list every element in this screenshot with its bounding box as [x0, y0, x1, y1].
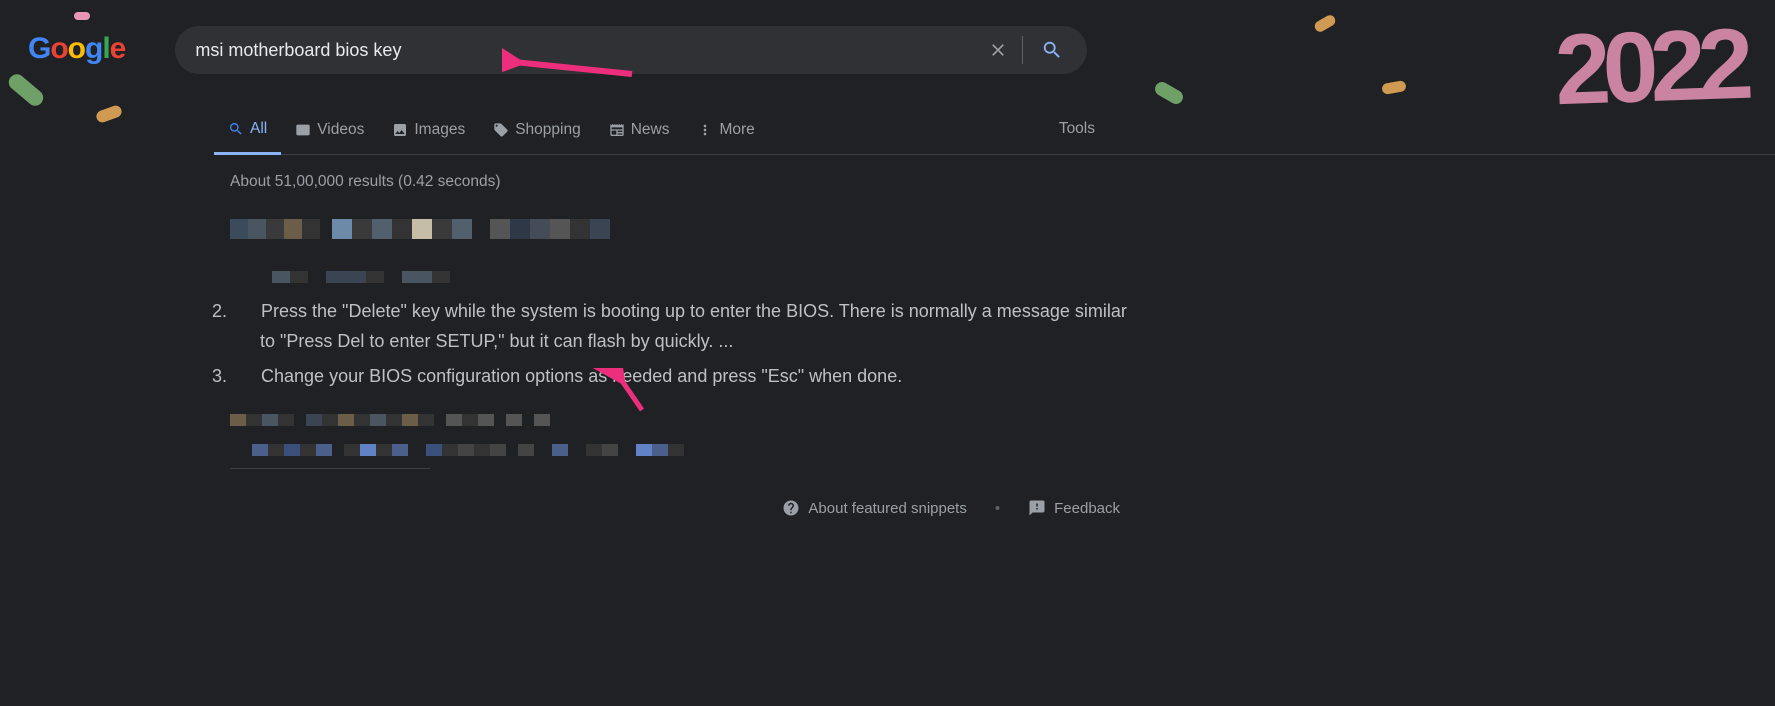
google-logo[interactable]: Google [28, 32, 125, 66]
confetti-decoration [1381, 80, 1407, 95]
redacted-content [230, 414, 1130, 426]
redacted-content [252, 444, 1130, 456]
tab-news-label: News [631, 121, 670, 139]
tab-all[interactable]: All [214, 108, 281, 155]
feedback-link[interactable]: Feedback [1028, 499, 1120, 517]
tab-all-label: All [250, 120, 267, 138]
featured-snippet: 2. Press the "Delete" key while the syst… [230, 297, 1130, 392]
search-tabs: All Videos Images Shopping News More Too… [214, 108, 1775, 155]
about-featured-snippets-link[interactable]: About featured snippets [782, 499, 966, 517]
clear-icon[interactable] [984, 36, 1023, 64]
divider [230, 468, 430, 469]
tab-images[interactable]: Images [378, 109, 479, 153]
tab-videos[interactable]: Videos [281, 109, 378, 153]
redacted-content [230, 219, 1130, 239]
redacted-content [272, 271, 1130, 283]
tab-news[interactable]: News [595, 109, 684, 153]
separator: • [995, 500, 1000, 517]
search-icon[interactable] [1037, 35, 1067, 65]
snippet-item: 2. Press the "Delete" key while the syst… [230, 297, 1130, 356]
snippet-item: 3. Change your BIOS configuration option… [230, 362, 1130, 392]
tools-button[interactable]: Tools [1059, 120, 1095, 138]
tab-shopping[interactable]: Shopping [479, 109, 595, 153]
search-input[interactable] [195, 40, 984, 61]
tab-more-label: More [719, 121, 754, 139]
feedback-icon [1028, 499, 1046, 517]
result-stats: About 51,00,000 results (0.42 seconds) [230, 173, 1130, 191]
tab-shopping-label: Shopping [515, 121, 581, 139]
confetti-decoration [95, 104, 124, 124]
confetti-decoration [6, 71, 47, 109]
help-icon [782, 499, 800, 517]
confetti-decoration [1153, 79, 1186, 106]
tab-more[interactable]: More [683, 109, 768, 153]
tab-images-label: Images [414, 121, 465, 139]
confetti-decoration [74, 12, 90, 20]
search-bar [175, 26, 1087, 74]
tab-videos-label: Videos [317, 121, 364, 139]
